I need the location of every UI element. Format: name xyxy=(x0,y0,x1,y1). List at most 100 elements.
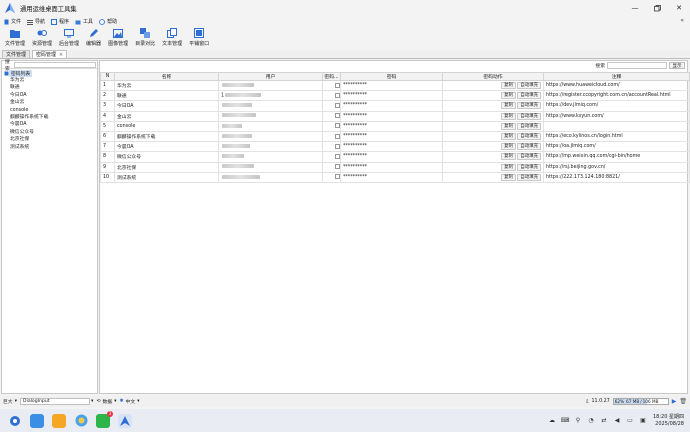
autofill-button[interactable]: 自动填充 xyxy=(517,122,541,130)
pwd-visible-checkbox[interactable] xyxy=(335,153,340,159)
trash-icon[interactable]: 🗑 xyxy=(679,398,687,405)
autofill-button[interactable]: 自动填充 xyxy=(517,92,541,100)
font-size-select[interactable]: 巨大 ▾ xyxy=(3,398,17,405)
collapse-toolbar-icon[interactable]: « xyxy=(680,17,684,24)
notification-icon[interactable]: ▣ xyxy=(639,417,647,425)
col-header-name[interactable]: 名称 xyxy=(114,72,219,81)
pwd-visible-checkbox[interactable] xyxy=(335,133,340,139)
tree-item[interactable]: 今日OA xyxy=(2,92,97,99)
pwd-visible-checkbox[interactable] xyxy=(335,82,340,88)
pwd-visible-checkbox[interactable] xyxy=(335,102,340,108)
copy-button[interactable]: 复制 xyxy=(501,82,516,90)
notes-app-icon[interactable] xyxy=(52,413,66,428)
tree-item[interactable]: 测试系统 xyxy=(2,144,97,151)
battery-icon[interactable]: ▭ xyxy=(626,417,634,425)
tab-close-icon[interactable]: × xyxy=(59,52,63,58)
table-row[interactable]: 5 console ********** 复制 自动填充 xyxy=(100,120,690,132)
text-manage-button[interactable]: 文本管理 xyxy=(160,27,184,49)
tile-window-button[interactable]: 平铺窗口 xyxy=(187,27,211,49)
tree-item[interactable]: 华为云 xyxy=(2,77,97,84)
volume-icon[interactable]: ◀ xyxy=(613,417,621,425)
col-header-action[interactable]: 密码动作 xyxy=(442,72,544,81)
pwd-visible-checkbox[interactable] xyxy=(335,113,340,119)
table-row[interactable]: 7 今晨OA ********** 复制 自动填充 https://oa.jlmiq.c… xyxy=(100,141,690,153)
col-header-password[interactable]: 密码 xyxy=(340,72,443,81)
autofill-button[interactable]: 自动填充 xyxy=(517,153,541,161)
pwd-visible-checkbox[interactable] xyxy=(335,123,340,129)
minimize-button[interactable]: — xyxy=(624,0,646,16)
autofill-button[interactable]: 自动填充 xyxy=(517,82,541,90)
memory-bar[interactable]: 62% 67 MB / 106 MB xyxy=(612,398,669,405)
copy-button[interactable]: 复制 xyxy=(501,102,516,110)
copy-button[interactable]: 复制 xyxy=(501,143,516,151)
language-select[interactable]: ✱ 中文 ▾ xyxy=(120,398,140,405)
table-row[interactable]: 3 今日OA ********** 复制 自动填充 https://dev.jlmiq.… xyxy=(100,100,690,112)
copy-button[interactable]: 复制 xyxy=(501,133,516,141)
copy-button[interactable]: 复制 xyxy=(501,163,516,171)
copy-button[interactable]: 复制 xyxy=(501,112,516,120)
clock[interactable]: 18:20 星期四 2025/08/28 xyxy=(653,414,684,428)
browser-icon[interactable] xyxy=(74,414,88,428)
tab-password-manage[interactable]: 密码管理 × xyxy=(32,50,68,58)
autofill-button[interactable]: 自动填充 xyxy=(517,143,541,151)
toolkit-app-icon[interactable] xyxy=(118,413,132,428)
search-icon[interactable]: ⚲ xyxy=(574,417,582,425)
tree-item[interactable]: 金山云 xyxy=(2,99,97,106)
mode-select[interactable]: ⟲ 数据 ▾ xyxy=(96,398,116,405)
tree-search-input[interactable] xyxy=(14,61,96,68)
menu-nav[interactable]: 导航 xyxy=(27,18,45,25)
pwd-visible-checkbox[interactable] xyxy=(335,143,340,149)
table-search-input[interactable] xyxy=(607,62,667,69)
editor-button[interactable]: 编辑器 xyxy=(84,27,103,49)
menu-program[interactable]: 程序 xyxy=(51,18,69,25)
table-row[interactable]: 4 金山云 ********** 复制 自动填充 https://www.ksyun.c… xyxy=(100,110,690,122)
restore-button[interactable] xyxy=(646,0,668,16)
copy-button[interactable]: 复制 xyxy=(501,153,516,161)
network-icon[interactable]: ⇄ xyxy=(600,417,608,425)
col-header-note[interactable]: 注释 xyxy=(543,72,690,81)
copy-button[interactable]: 复制 xyxy=(501,122,516,130)
copy-button[interactable]: 复制 xyxy=(501,92,516,100)
component-select[interactable]: DialogInput ▾ xyxy=(20,398,93,405)
autofill-button[interactable]: 自动填充 xyxy=(517,163,541,171)
tree-item[interactable]: 今晨OA xyxy=(2,121,97,128)
menu-file[interactable]: 文件 xyxy=(3,18,21,25)
input-method-icon[interactable]: ⌨ xyxy=(561,417,570,425)
menu-tool[interactable]: 工具 xyxy=(75,18,93,25)
play-icon[interactable]: ▶ xyxy=(672,398,677,405)
download-icon[interactable]: ⇩ xyxy=(585,399,589,405)
col-header-pwd-flag[interactable]: 密码... xyxy=(322,72,341,81)
table-row[interactable]: 2 联通 1 ********** 复制 自动填充 https://register.cc… xyxy=(100,90,690,102)
col-header-n[interactable]: N xyxy=(100,72,115,81)
file-manage-button[interactable]: 文件管理 xyxy=(3,27,27,49)
table-row[interactable]: 1 华为云 ********** 复制 自动填充 https://www.huaweic… xyxy=(100,79,690,92)
col-header-user[interactable]: 用户 xyxy=(218,72,323,81)
copy-button[interactable]: 复制 xyxy=(501,173,516,181)
tree-item[interactable]: console xyxy=(2,107,97,114)
tree-item[interactable]: 微信公众号 xyxy=(2,129,97,136)
pwd-visible-checkbox[interactable] xyxy=(335,174,340,180)
tree-item[interactable]: 麒麟操作系统下载 xyxy=(2,114,97,121)
tree-item[interactable]: 联通 xyxy=(2,84,97,91)
table-row[interactable]: 9 北京社保 ********** 复制 自动填充 https://rsj.beijin… xyxy=(100,161,690,173)
dir-compare-button[interactable]: 目录对比 xyxy=(133,27,157,49)
autofill-button[interactable]: 自动填充 xyxy=(517,133,541,141)
table-row[interactable]: 6 麒麟操作系统下载 ********** 复制 自动填充 https://eco.ky… xyxy=(100,130,690,143)
file-manager-icon[interactable] xyxy=(30,413,44,428)
resource-manage-button[interactable]: 资源管理 xyxy=(30,27,54,49)
image-manage-button[interactable]: 图像管理 xyxy=(106,27,130,49)
tree-item[interactable]: 北京社保 xyxy=(2,136,97,143)
show-password-button[interactable]: 显示 xyxy=(669,62,685,69)
start-menu-icon[interactable] xyxy=(8,414,22,428)
chat-icon[interactable]: ◔ xyxy=(587,417,595,425)
close-button[interactable]: ✕ xyxy=(668,0,690,16)
autofill-button[interactable]: 自动填充 xyxy=(517,173,541,181)
cloud-icon[interactable]: ☁ xyxy=(548,417,556,425)
table-row[interactable]: 10 测试系统 ********** 复制 自动填充 https://222.173.1… xyxy=(100,171,690,183)
menu-help[interactable]: 帮助 xyxy=(99,18,117,25)
pwd-visible-checkbox[interactable] xyxy=(335,164,340,170)
backend-manage-button[interactable]: 后台管理 xyxy=(57,27,81,49)
store-app-icon[interactable]: 3 xyxy=(96,410,113,428)
tree-root[interactable]: 密码列表 xyxy=(2,70,97,77)
autofill-button[interactable]: 自动填充 xyxy=(517,112,541,120)
